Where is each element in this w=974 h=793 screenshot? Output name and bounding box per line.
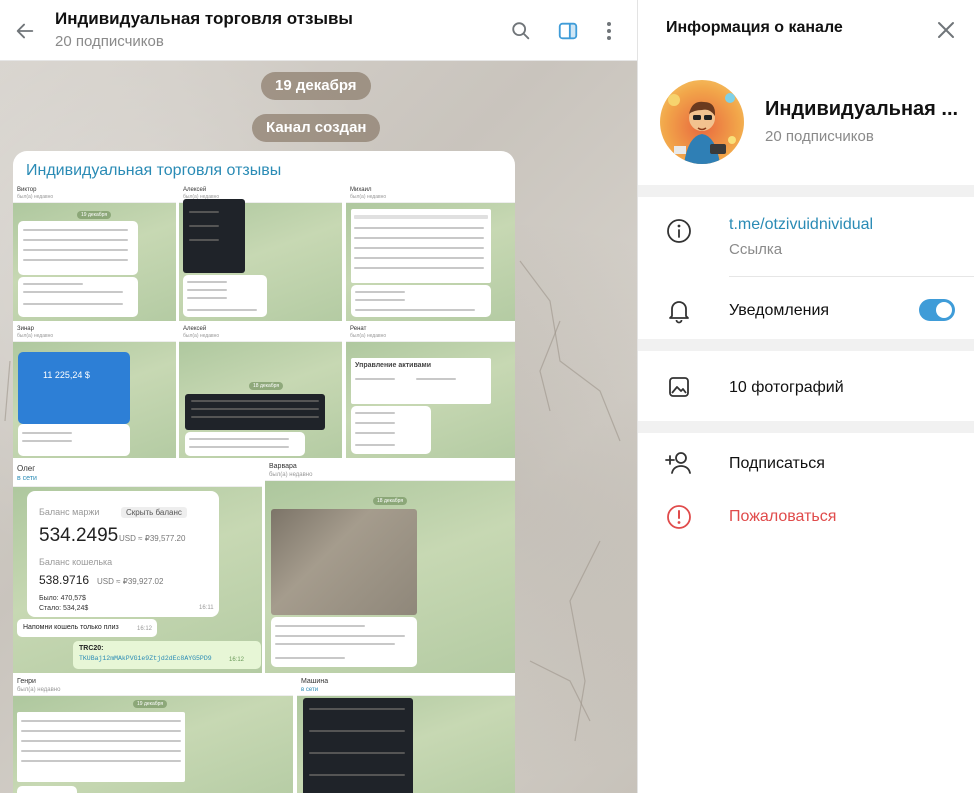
thumb-contact-status: в сети bbox=[301, 687, 319, 693]
thumb-contact-name: Ренат bbox=[350, 326, 367, 332]
photos-count[interactable]: 10 фотографий bbox=[729, 379, 844, 397]
wallet-balance-label: Баланс кошелька bbox=[39, 557, 113, 567]
message-time: 16:12 bbox=[229, 657, 245, 663]
channel-name: Индивидуальная ... bbox=[765, 98, 959, 120]
channel-subscribers: 20 подписчиков bbox=[765, 128, 874, 145]
margin-balance-unit: USD ≈ ₽39,577.20 bbox=[119, 534, 186, 543]
service-message-pill: Канал создан bbox=[252, 114, 381, 142]
review-photo-9[interactable]: Генри был(а) недавно 19 декабря bbox=[13, 676, 293, 793]
margin-balance-label: Баланс маржи bbox=[39, 507, 100, 517]
thumb-contact-name: Зинар bbox=[17, 326, 34, 332]
review-photo-4[interactable]: Зинар был(а) недавно 11 225,24 $ bbox=[13, 324, 176, 458]
review-photo-2[interactable]: Алексей был(а) недавно bbox=[179, 185, 342, 321]
wallet-balance: 11 225,24 $ bbox=[43, 370, 90, 380]
assets-heading: Управление активами bbox=[355, 362, 432, 369]
thumb-contact-name: Генри bbox=[17, 678, 36, 685]
thumb-contact-name: Виктор bbox=[17, 187, 37, 193]
review-photo-10[interactable]: Машина в сети bbox=[297, 676, 515, 793]
date-pill: 19 декабря bbox=[261, 72, 371, 100]
margin-balance-value: 534.2495 bbox=[39, 525, 119, 546]
review-photo-1[interactable]: Виктор был(а) недавно 19 декабря bbox=[13, 185, 176, 321]
subscribe-button[interactable]: Подписаться bbox=[729, 455, 825, 473]
link-caption: Ссылка bbox=[729, 241, 783, 258]
chat-title[interactable]: Индивидуальная торговля отзывы bbox=[55, 9, 353, 29]
back-arrow-icon[interactable] bbox=[10, 16, 40, 46]
thumb-contact-status: был(а) недавно bbox=[17, 194, 54, 200]
thumb-contact-status: был(а) недавно bbox=[350, 333, 387, 339]
bell-icon bbox=[662, 294, 696, 328]
wallet-balance-value: 538.9716 bbox=[39, 573, 90, 587]
thumb-contact-status: был(а) недавно bbox=[350, 194, 387, 200]
post-author[interactable]: Индивидуальная торговля отзывы bbox=[26, 162, 281, 180]
report-button[interactable]: Пожаловаться bbox=[729, 508, 836, 526]
review-photo-5[interactable]: Алексей был(а) недавно 18 декабря bbox=[179, 324, 342, 458]
thumb-contact-name: Михаил bbox=[350, 187, 372, 193]
info-icon bbox=[662, 214, 696, 248]
thumb-contact-name: Олег bbox=[17, 464, 36, 473]
thumb-contact-status: в сети bbox=[17, 475, 37, 482]
notifications-label: Уведомления bbox=[729, 302, 830, 319]
review-photo-8[interactable]: Варвара был(а) недавно 18 декабря bbox=[265, 461, 515, 673]
section-separator bbox=[638, 421, 974, 433]
photo-icon bbox=[662, 370, 696, 404]
thumb-contact-name: Варвара bbox=[269, 463, 297, 470]
thumb-contact-name: Алексей bbox=[183, 187, 207, 193]
wallet-balance-unit: USD ≈ ₽39,927.02 bbox=[97, 577, 164, 586]
section-separator bbox=[638, 185, 974, 197]
divider bbox=[729, 276, 974, 277]
thumb-contact-status: был(а) недавно bbox=[17, 687, 61, 693]
became-amount: Стало: 534,24$ bbox=[39, 605, 89, 612]
notifications-toggle[interactable] bbox=[919, 299, 955, 321]
thumb-contact-status: был(а) недавно bbox=[269, 472, 313, 478]
panel-title: Информация о канале bbox=[666, 19, 843, 36]
trc-label: TRC20: bbox=[79, 645, 104, 652]
channel-link[interactable]: t.me/otzivuidnividual bbox=[729, 216, 873, 234]
hide-balance-label: Скрыть баланс bbox=[121, 507, 187, 518]
thumb-contact-name: Машина bbox=[301, 678, 329, 685]
chat-pane: Индивидуальная торговля отзывы 20 подпис… bbox=[0, 0, 637, 793]
sidebar-toggle-icon[interactable] bbox=[553, 16, 583, 46]
search-icon[interactable] bbox=[506, 16, 536, 46]
message-text: Напомни кошель только плиз bbox=[23, 624, 119, 631]
message-time: 16:12 bbox=[137, 626, 153, 632]
report-icon bbox=[662, 500, 696, 534]
close-icon[interactable] bbox=[933, 17, 959, 43]
more-menu-icon[interactable] bbox=[594, 16, 624, 46]
thumb-contact-name: Алексей bbox=[183, 326, 207, 332]
review-photo-6[interactable]: Ренат был(а) недавно Управление активами bbox=[346, 324, 515, 458]
add-user-icon bbox=[662, 446, 696, 480]
thumb-contact-status: был(а) недавно bbox=[17, 333, 54, 339]
channel-post[interactable]: Индивидуальная торговля отзывы Виктор был… bbox=[13, 151, 515, 793]
section-separator bbox=[638, 339, 974, 351]
trc-address: TKUBaj12mMAkPVG1e9Ztjd2dEc8AYG5PD9 bbox=[79, 655, 212, 662]
channel-info-panel: Информация о канале Индивидуальная ... 2… bbox=[637, 0, 974, 793]
chat-subscribers: 20 подписчиков bbox=[55, 33, 164, 50]
was-amount: Было: 470,57$ bbox=[39, 595, 86, 602]
thumb-contact-status: был(а) недавно bbox=[183, 333, 220, 339]
chat-header: Индивидуальная торговля отзывы 20 подпис… bbox=[0, 0, 637, 61]
channel-avatar[interactable] bbox=[660, 80, 744, 164]
review-photo-7[interactable]: Олег в сети Баланс маржи Скрыть баланс 53… bbox=[13, 461, 262, 673]
message-time: 16:11 bbox=[199, 605, 214, 611]
review-photo-3[interactable]: Михаил был(а) недавно bbox=[346, 185, 515, 321]
